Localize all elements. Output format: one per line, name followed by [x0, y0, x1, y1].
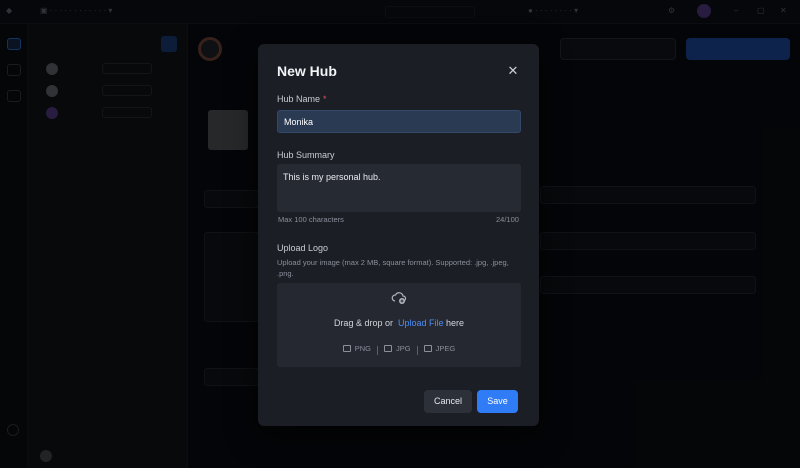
dialog-title: New Hub — [277, 63, 337, 79]
cloud-upload-icon — [391, 292, 407, 304]
summary-char-count: 24/100 — [496, 215, 519, 224]
image-icon — [384, 345, 393, 352]
dropzone-instructions: Drag & drop or Upload File here — [277, 318, 521, 328]
format-label: JPEG — [435, 344, 456, 353]
upload-logo-label: Upload Logo — [277, 243, 329, 253]
summary-hint: Max 100 characters — [278, 215, 344, 224]
dropzone-suffix: here — [446, 318, 465, 328]
cancel-button[interactable]: Cancel — [424, 390, 472, 413]
image-icon — [342, 345, 351, 352]
close-icon[interactable]: ✕ — [506, 64, 520, 78]
format-png: PNG — [342, 344, 372, 353]
required-marker: * — [323, 94, 327, 104]
divider — [416, 345, 418, 355]
supported-formats: PNG JPG JPEG — [277, 344, 521, 355]
save-button[interactable]: Save — [477, 390, 518, 413]
dropzone-text: Drag & drop or — [333, 318, 393, 328]
image-icon — [423, 345, 432, 352]
format-label: JPG — [396, 344, 411, 353]
format-jpeg: JPEG — [423, 344, 456, 353]
format-jpg: JPG — [384, 344, 411, 353]
hub-summary-input[interactable]: This is my personal hub. — [277, 164, 521, 212]
hub-name-label: Hub Name * — [277, 94, 327, 104]
new-hub-dialog: New Hub ✕ Hub Name* Hub Summary This is … — [258, 44, 539, 426]
hub-name-label-text: Hub Name — [277, 94, 321, 104]
divider — [377, 345, 379, 355]
format-label: PNG — [354, 344, 372, 353]
upload-description: Upload your image (max 2 MB, square form… — [277, 258, 509, 278]
hub-summary-label: Hub Summary — [277, 150, 335, 160]
logo-dropzone[interactable]: Drag & drop or Upload File here PNG JPG JP… — [277, 283, 521, 367]
hub-name-input[interactable] — [277, 110, 521, 133]
upload-file-link[interactable]: Upload File — [398, 318, 444, 328]
